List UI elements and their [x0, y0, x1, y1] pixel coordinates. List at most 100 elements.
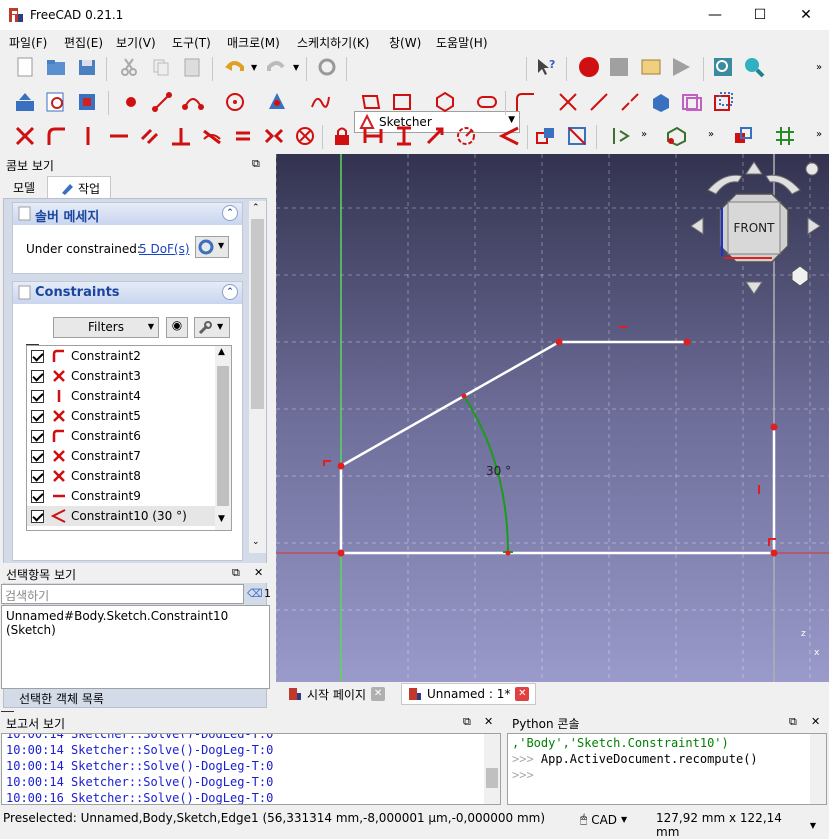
menu-view[interactable]: 보기(V): [116, 34, 156, 51]
construction-mode-icon[interactable]: [710, 89, 736, 115]
constrain-perpendicular-icon[interactable]: [168, 123, 194, 149]
task-panel-scrollbar-thumb[interactable]: [251, 219, 264, 409]
menu-help[interactable]: 도움말(H): [436, 34, 488, 51]
scroll-up-icon[interactable]: ⌃: [252, 203, 260, 213]
constrain-tangent-icon[interactable]: [199, 123, 225, 149]
line-tool-icon[interactable]: [149, 89, 175, 115]
close-dock-icon[interactable]: ✕: [484, 715, 493, 728]
view-fit-icon[interactable]: [710, 54, 736, 80]
float-dock-icon[interactable]: ⧉: [232, 566, 240, 580]
constraint-row[interactable]: Constraint3: [27, 366, 231, 386]
menu-file[interactable]: 파일(F): [9, 34, 47, 51]
close-dock-icon[interactable]: ✕: [811, 715, 820, 728]
constrain-vertical-distance-icon[interactable]: [391, 123, 417, 149]
dof-link[interactable]: 5 DoF(s): [139, 242, 190, 256]
virtual-space-icon[interactable]: [730, 123, 756, 149]
arc-tool-icon[interactable]: [180, 89, 206, 115]
point-tool-icon[interactable]: [118, 89, 144, 115]
constraint-checkbox[interactable]: [31, 509, 44, 523]
macro-play-icon[interactable]: [668, 54, 694, 80]
whats-this-icon[interactable]: ?: [533, 54, 559, 80]
cut-icon[interactable]: [116, 54, 142, 80]
list-scrollbar-thumb[interactable]: [217, 366, 229, 506]
float-dock-icon[interactable]: ⧉: [463, 715, 471, 729]
constraint-checkbox[interactable]: [31, 349, 44, 363]
constraint-checkbox[interactable]: [31, 409, 44, 423]
constrain-parallel-icon[interactable]: [137, 123, 163, 149]
fillet-tool-icon[interactable]: [512, 89, 538, 115]
toolbar-overflow-icon[interactable]: »: [816, 129, 822, 140]
eye-icon[interactable]: ◉: [166, 317, 188, 338]
menu-window[interactable]: 창(W): [389, 34, 421, 51]
close-tab-icon[interactable]: ✕: [515, 687, 530, 701]
menu-edit[interactable]: 편집(E): [64, 34, 103, 51]
scroll-down-icon[interactable]: ▼: [218, 514, 225, 524]
redo-dropdown-icon[interactable]: ▼: [293, 63, 299, 72]
tab-model[interactable]: 모델: [3, 176, 45, 198]
dimension-display[interactable]: 127,92 mm x 122,14 mm ▼: [656, 811, 816, 839]
slot-tool-icon[interactable]: [474, 89, 500, 115]
constraint-row[interactable]: Constraint9: [27, 486, 231, 506]
toggle-active-icon[interactable]: [564, 123, 590, 149]
menu-tools[interactable]: 도구(T): [172, 34, 211, 51]
constrain-lock-icon[interactable]: [329, 123, 355, 149]
leave-sketch-icon[interactable]: [12, 89, 38, 115]
constraint-row[interactable]: Constraint4: [27, 386, 231, 406]
constrain-vertical-icon[interactable]: [75, 123, 101, 149]
macro-record-icon[interactable]: [576, 54, 602, 80]
toolbar-overflow-icon[interactable]: »: [816, 62, 822, 73]
solver-header[interactable]: 솔버 메세지 ⌃: [13, 203, 242, 225]
close-tab-icon[interactable]: ✕: [371, 687, 386, 701]
macro-stop-icon[interactable]: [606, 54, 632, 80]
save-file-icon[interactable]: [74, 54, 100, 80]
close-button[interactable]: ✕: [783, 0, 829, 30]
split-tool-icon[interactable]: [617, 89, 643, 115]
constrain-block-icon[interactable]: [292, 123, 318, 149]
trim-tool-icon[interactable]: [555, 89, 581, 115]
rectangle-tool-icon[interactable]: [389, 89, 415, 115]
scroll-down-icon[interactable]: ⌄: [252, 537, 260, 547]
grid-snap-icon[interactable]: [772, 123, 798, 149]
collapse-icon[interactable]: ⌃: [222, 284, 238, 300]
redo-icon[interactable]: [263, 54, 289, 80]
constrain-point-on-object-icon[interactable]: [43, 123, 69, 149]
copy-icon[interactable]: [148, 54, 174, 80]
scroll-up-icon[interactable]: ▲: [218, 347, 225, 357]
task-panel-scrollbar[interactable]: ⌃ ⌄: [249, 201, 266, 553]
constrain-distance-icon[interactable]: [422, 123, 448, 149]
constrain-horizontal-distance-icon[interactable]: [360, 123, 386, 149]
undo-dropdown-icon[interactable]: ▼: [251, 63, 257, 72]
menu-macro[interactable]: 매크로(M): [227, 34, 280, 51]
constrain-radius-icon[interactable]: [453, 123, 479, 149]
settings-dropdown[interactable]: ▼: [194, 317, 230, 338]
conic-tool-icon[interactable]: [264, 89, 290, 115]
report-scrollbar-thumb[interactable]: [486, 768, 498, 788]
constraint-row[interactable]: Constraint6: [27, 426, 231, 446]
constraint-row[interactable]: Constraint10 (30 °): [27, 506, 231, 526]
console-prompt[interactable]: >>>: [512, 767, 822, 783]
view-sketch-icon[interactable]: [43, 89, 69, 115]
sketcher-tools-icon[interactable]: [608, 123, 634, 149]
constrain-equal-icon[interactable]: [230, 123, 256, 149]
constraint-row[interactable]: Constraint7: [27, 446, 231, 466]
close-dock-icon[interactable]: ✕: [254, 566, 263, 579]
minimize-button[interactable]: —: [692, 0, 738, 30]
constraint-checkbox[interactable]: [31, 469, 44, 483]
sketch-vertices[interactable]: [337, 338, 778, 557]
navcube-front-label[interactable]: FRONT: [734, 221, 776, 235]
extend-tool-icon[interactable]: [586, 89, 612, 115]
collapse-icon[interactable]: ⌃: [222, 205, 238, 221]
constraint-checkbox[interactable]: [31, 489, 44, 503]
constrain-angle-icon[interactable]: [497, 123, 523, 149]
navigation-style-button[interactable]: 🖱 CAD ▼: [580, 809, 648, 830]
paste-icon[interactable]: [179, 54, 205, 80]
tab-start-page[interactable]: 시작 페이지 ✕: [282, 683, 391, 705]
constraint-checkbox[interactable]: [31, 389, 44, 403]
toolbar-overflow-icon[interactable]: »: [641, 129, 647, 140]
selected-object[interactable]: Unnamed#Body.Sketch.Constraint10 (Sketch…: [6, 609, 228, 637]
navigation-cube[interactable]: FRONT: [688, 160, 828, 300]
tab-unnamed-document[interactable]: Unnamed : 1* ✕: [401, 683, 537, 705]
view-section-icon[interactable]: [74, 89, 100, 115]
new-file-icon[interactable]: [12, 54, 38, 80]
float-dock-icon[interactable]: ⧉: [789, 715, 797, 729]
